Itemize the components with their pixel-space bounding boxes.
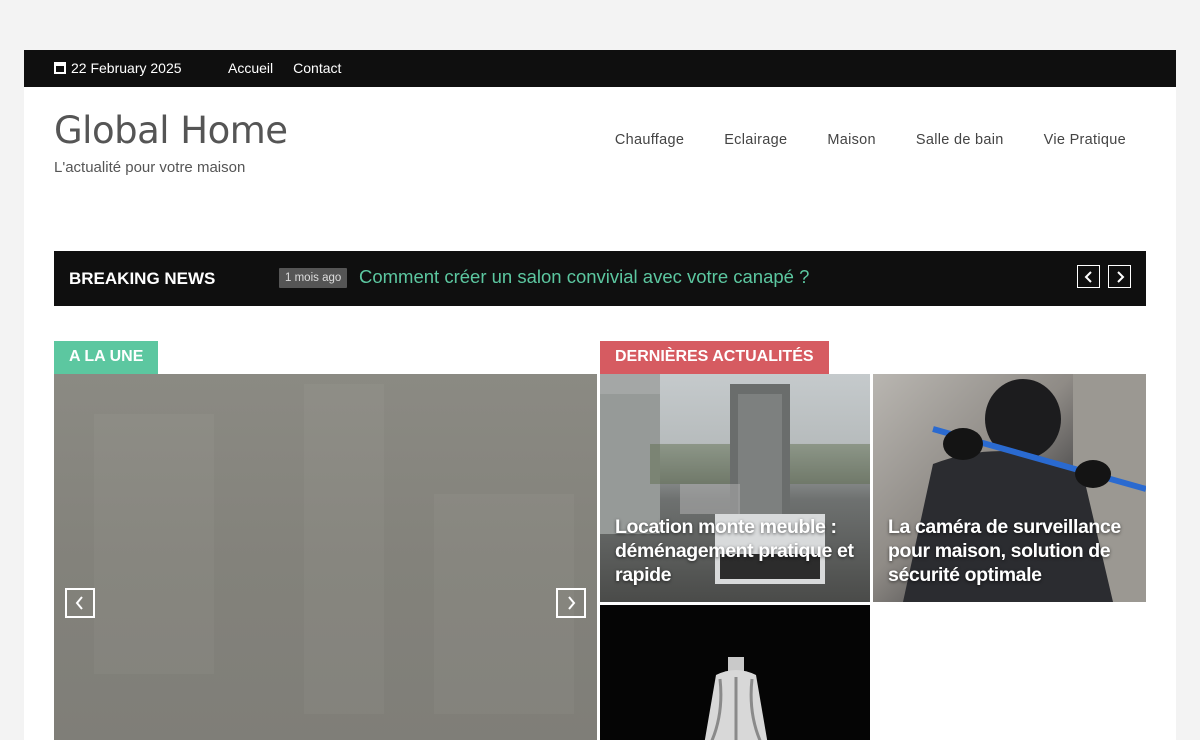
site-tagline: L'actualité pour votre maison <box>54 159 246 176</box>
calendar-icon <box>54 62 66 74</box>
featured-image-texture <box>94 414 214 674</box>
latest-article-card[interactable]: Location monte meuble : déménagement pra… <box>600 374 870 602</box>
chevron-left-icon <box>75 596 83 610</box>
site-branding: Global Home L'actualité pour votre maiso… <box>54 112 288 176</box>
featured-section-tag: A LA UNE <box>54 341 159 374</box>
latest-article-card[interactable] <box>600 605 870 740</box>
breaking-news-headline[interactable]: Comment créer un salon convivial avec vo… <box>359 266 809 288</box>
featured-slider[interactable] <box>54 374 597 740</box>
breaking-news-bar: BREAKING NEWS 1 mois ago Comment créer u… <box>54 251 1146 306</box>
main-navigation: Chauffage Eclairage Maison Salle de bain… <box>575 132 1126 148</box>
chevron-right-icon <box>568 596 576 610</box>
breaking-news-time: 1 mois ago <box>279 268 348 288</box>
nav-item-salle-de-bain[interactable]: Salle de bain <box>916 132 1004 148</box>
latest-article-card[interactable]: La caméra de surveillance pour maison, s… <box>873 374 1146 602</box>
date-text: 22 February 2025 <box>71 60 182 76</box>
top-links: Accueil Contact <box>228 60 361 76</box>
slider-next-button[interactable] <box>556 588 586 618</box>
top-link-contact[interactable]: Contact <box>293 60 341 76</box>
current-date: 22 February 2025 <box>54 60 182 76</box>
latest-article-title[interactable]: La caméra de surveillance pour maison, s… <box>888 515 1134 587</box>
breaking-prev-button[interactable] <box>1077 265 1100 288</box>
nav-item-eclairage[interactable]: Eclairage <box>724 132 787 148</box>
chevron-right-icon <box>1116 270 1124 283</box>
latest-section-tag: DERNIÈRES ACTUALITÉS <box>600 341 829 374</box>
article-image-lamp <box>600 605 870 740</box>
nav-item-vie-pratique[interactable]: Vie Pratique <box>1044 132 1126 148</box>
featured-image-texture <box>434 494 574 714</box>
chevron-left-icon <box>1084 270 1092 283</box>
nav-item-chauffage[interactable]: Chauffage <box>615 132 684 148</box>
slider-prev-button[interactable] <box>65 588 95 618</box>
breaking-news-label: BREAKING NEWS <box>69 269 216 288</box>
breaking-news-controls <box>1069 265 1131 288</box>
top-bar: 22 February 2025 Accueil Contact <box>24 50 1176 87</box>
top-link-accueil[interactable]: Accueil <box>228 60 273 76</box>
site-title[interactable]: Global Home <box>54 112 288 149</box>
nav-item-maison[interactable]: Maison <box>827 132 876 148</box>
breaking-next-button[interactable] <box>1108 265 1131 288</box>
latest-article-title[interactable]: Location monte meuble : déménagement pra… <box>615 515 858 587</box>
featured-image-texture <box>304 384 384 714</box>
page-container: 22 February 2025 Accueil Contact Global … <box>24 50 1176 740</box>
